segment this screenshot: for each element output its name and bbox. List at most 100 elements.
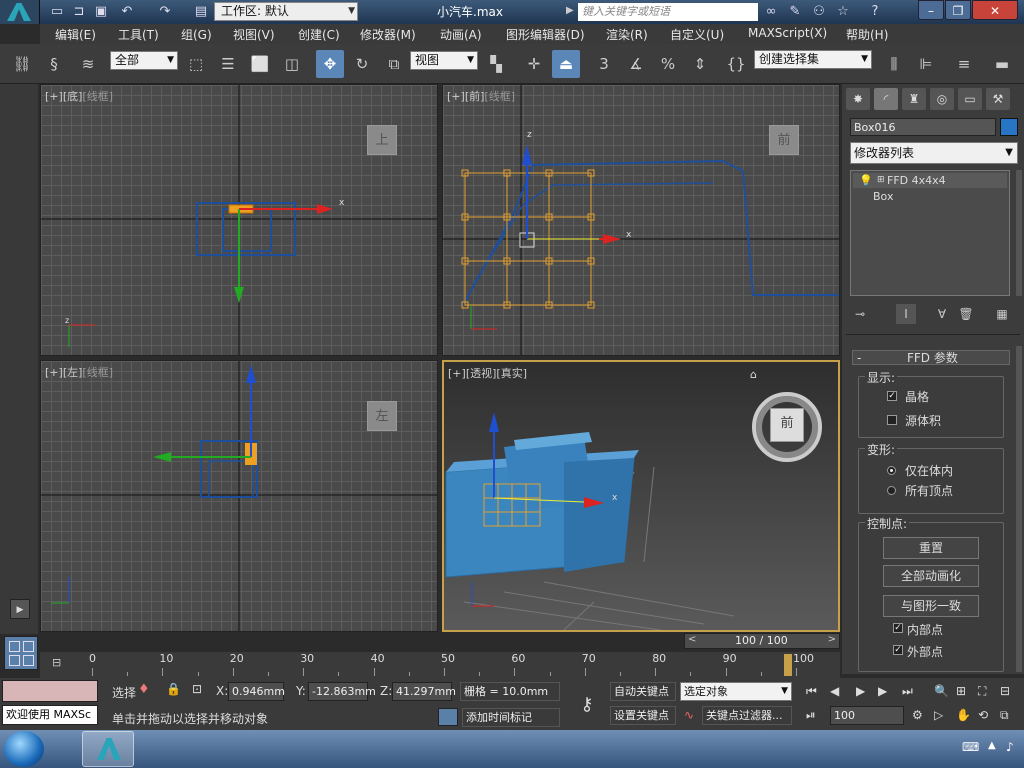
time-config-icon[interactable]: ⚙: [912, 708, 923, 722]
save-icon[interactable]: ▣: [92, 3, 110, 21]
key-mode-toggle-icon[interactable]: ⏯: [806, 708, 816, 723]
display-tab-icon[interactable]: ▭: [958, 88, 982, 110]
conform-to-shape-button[interactable]: 与图形一致: [883, 595, 979, 617]
rectangular-region-icon[interactable]: ⬜: [246, 50, 274, 78]
unlink-icon[interactable]: §: [40, 50, 68, 78]
edit-named-selection-icon[interactable]: {}: [722, 50, 750, 78]
selection-filter-dropdown[interactable]: 全部 ▼: [110, 51, 178, 70]
select-and-move-icon[interactable]: ✥: [316, 50, 344, 78]
auto-key-button[interactable]: 自动关键点: [610, 682, 676, 701]
menu-tools[interactable]: 工具(T): [118, 26, 159, 43]
rollout-header-ffd-parameters[interactable]: - FFD 参数: [852, 350, 1010, 365]
favorites-star-icon[interactable]: ☆: [834, 3, 852, 21]
home-icon[interactable]: ⌂: [750, 368, 757, 381]
play-icon[interactable]: ▶: [856, 684, 865, 698]
mirror-icon[interactable]: ⫼: [880, 50, 908, 78]
animate-all-button[interactable]: 全部动画化: [883, 565, 979, 587]
y-coordinate-field[interactable]: -12.863mm: [308, 682, 376, 701]
angle-snap-icon[interactable]: ∡: [622, 50, 650, 78]
menu-maxscript[interactable]: MAXScript(X): [748, 26, 827, 40]
maxscript-mini-listener[interactable]: 欢迎使用 MAXSc: [2, 705, 98, 725]
taskbar-3dsmax-app[interactable]: [82, 731, 134, 767]
x-coordinate-field[interactable]: 0.946mm: [228, 682, 285, 701]
previous-key-icon[interactable]: ◀: [830, 684, 839, 698]
stack-item-box[interactable]: Box: [853, 189, 1007, 204]
select-object-icon[interactable]: ⬚: [182, 50, 210, 78]
snaps-toggle-icon[interactable]: 3: [590, 50, 618, 78]
time-slider[interactable]: < 100 / 100 >: [684, 633, 840, 649]
menu-animation[interactable]: 动画(A): [440, 26, 482, 43]
object-color-swatch[interactable]: [1000, 118, 1018, 136]
isolate-selection-icon[interactable]: ♦: [138, 682, 150, 697]
workspace-dropdown[interactable]: 工作区: 默认 ▼: [214, 2, 358, 21]
lock-icon[interactable]: 🔒: [166, 682, 181, 696]
named-selection-dropdown[interactable]: 创建选择集 ▼: [754, 50, 872, 69]
pivot-center-icon[interactable]: ▚: [482, 50, 510, 78]
align-icon[interactable]: ⊫: [912, 50, 940, 78]
menu-rendering[interactable]: 渲染(R): [606, 26, 648, 43]
hierarchy-tab-icon[interactable]: ♜: [902, 88, 926, 110]
key-mode-dropdown[interactable]: 选定对象 ▼: [680, 682, 792, 701]
absolute-mode-icon[interactable]: ⊡: [192, 682, 202, 696]
login-icon[interactable]: ⚇: [810, 3, 828, 21]
create-tab-icon[interactable]: ✸: [846, 88, 870, 110]
search-input[interactable]: 键入关键字或短语: [578, 3, 758, 21]
source-volume-checkbox[interactable]: [887, 415, 897, 425]
z-coordinate-field[interactable]: 41.297mm: [392, 682, 456, 701]
viewport-left[interactable]: [+][左][线框] 左: [40, 360, 438, 632]
menu-graph-editors[interactable]: 图形编辑器(D): [506, 26, 585, 43]
command-panel-scrollbar[interactable]: [1016, 346, 1022, 672]
window-crossing-icon[interactable]: ◫: [278, 50, 306, 78]
lightbulb-icon[interactable]: 💡: [859, 173, 873, 188]
menu-customize[interactable]: 自定义(U): [670, 26, 724, 43]
zoom-all-icon[interactable]: ⊞: [956, 684, 966, 698]
viewport-perspective[interactable]: [+][透视][真实] x 前 ⌂: [442, 360, 840, 632]
object-name-field[interactable]: Box016: [850, 118, 996, 136]
motion-tab-icon[interactable]: ◎: [930, 88, 954, 110]
stack-scrollbar[interactable]: [1016, 170, 1022, 296]
remove-modifier-icon[interactable]: 🗑: [956, 304, 976, 324]
track-bar[interactable]: ⊟ 0 10 20 30 40 50 60 70 80 90 100: [40, 652, 840, 678]
wrench-icon[interactable]: ✎: [786, 3, 804, 21]
zoom-extents-icon[interactable]: ⛶: [978, 684, 986, 699]
maximize-button[interactable]: ❐: [945, 0, 971, 20]
curve-editor-icon[interactable]: ⊟: [52, 656, 72, 672]
select-and-rotate-icon[interactable]: ↻: [348, 50, 376, 78]
menu-modifiers[interactable]: 修改器(M): [360, 26, 416, 43]
time-tag-icon[interactable]: [438, 708, 458, 726]
all-vertices-radio[interactable]: [887, 486, 896, 495]
make-unique-icon[interactable]: ∀: [932, 304, 952, 324]
set-key-icon[interactable]: ⚷: [568, 686, 606, 724]
menu-views[interactable]: 视图(V): [233, 26, 275, 43]
keyboard-icon[interactable]: ⌨: [962, 740, 979, 754]
menu-group[interactable]: 组(G): [181, 26, 212, 43]
minimize-button[interactable]: –: [918, 0, 944, 20]
configure-modifier-sets-icon[interactable]: ▦: [992, 304, 1012, 324]
binoculars-icon[interactable]: ∞: [762, 3, 780, 21]
maximize-viewport-icon[interactable]: ⧉: [1000, 708, 1009, 723]
layer-manager-icon[interactable]: ≡: [950, 50, 978, 78]
select-manipulate-icon[interactable]: ✛: [520, 50, 548, 78]
lattice-checkbox[interactable]: ✓: [887, 391, 897, 401]
menu-help[interactable]: 帮助(H): [846, 26, 888, 43]
modifier-list-dropdown[interactable]: 修改器列表 ▼: [850, 142, 1018, 164]
go-to-end-icon[interactable]: ⏭: [902, 684, 913, 699]
menu-create[interactable]: 创建(C): [298, 26, 340, 43]
pin-stack-icon[interactable]: ⊸: [850, 304, 870, 324]
reference-coordinate-dropdown[interactable]: 视图 ▼: [410, 51, 478, 70]
inside-points-checkbox[interactable]: ✓: [893, 623, 903, 633]
select-and-scale-icon[interactable]: ⧉: [380, 50, 408, 78]
stack-item-ffd[interactable]: 💡 ⊞ FFD 4x4x4: [853, 173, 1007, 188]
utilities-tab-icon[interactable]: ⚒: [986, 88, 1010, 110]
viewport-bottom[interactable]: [+][底][线框] 上 x z: [40, 84, 438, 356]
link-icon[interactable]: ⛓: [8, 50, 36, 78]
percent-snap-icon[interactable]: %: [654, 50, 682, 78]
prev-frame-icon[interactable]: <: [688, 634, 696, 645]
go-to-start-icon[interactable]: ⏮: [806, 684, 817, 699]
close-button[interactable]: ✕: [972, 0, 1018, 20]
undo-icon[interactable]: ↶: [118, 3, 136, 21]
new-file-icon[interactable]: ▭: [48, 3, 66, 21]
zoom-icon[interactable]: 🔍: [934, 684, 949, 698]
modify-tab-icon[interactable]: ◜: [874, 88, 898, 110]
viewport-layout-button[interactable]: [4, 636, 38, 670]
